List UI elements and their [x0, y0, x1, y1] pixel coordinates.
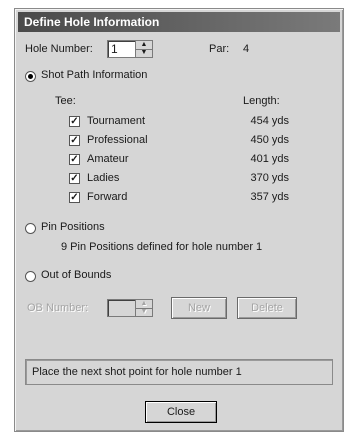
status-panel: Place the next shot point for hole numbe… — [25, 359, 333, 385]
tee-length-tournament: 454 yds — [250, 115, 289, 127]
ob-number-label: OB Number: — [27, 302, 89, 314]
define-hole-dialog: Define Hole Information Hole Number: 1 ▲… — [14, 8, 344, 432]
par-label: Par: — [209, 43, 230, 55]
pin-positions-info: 9 Pin Positions defined for hole number … — [61, 241, 263, 253]
tee-length-professional: 450 yds — [250, 134, 289, 146]
tee-header: Tee: — [55, 95, 76, 107]
tee-length-forward: 357 yds — [250, 191, 289, 203]
par-value: 4 — [243, 43, 250, 55]
out-of-bounds-label: Out of Bounds — [41, 269, 112, 281]
spin-down-icon[interactable]: ▼ — [136, 308, 152, 316]
hole-number-spin-buttons[interactable]: ▲ ▼ — [135, 41, 152, 57]
tee-checkbox-tournament[interactable]: ✓ — [69, 116, 80, 127]
tee-checkbox-amateur[interactable]: ✓ — [69, 154, 80, 165]
tee-name-amateur: Amateur — [87, 153, 129, 165]
length-header: Length: — [243, 95, 280, 107]
new-ob-button[interactable]: New — [171, 297, 227, 319]
ob-number-spinner[interactable]: ▲ ▼ — [107, 299, 153, 317]
hole-number-spinner[interactable]: 1 ▲ ▼ — [107, 40, 153, 58]
ob-number-spin-buttons[interactable]: ▲ ▼ — [135, 300, 152, 316]
tee-checkbox-forward[interactable]: ✓ — [69, 192, 80, 203]
tee-length-ladies: 370 yds — [250, 172, 289, 184]
hole-number-value: 1 — [111, 42, 118, 56]
delete-ob-button[interactable]: Delete — [237, 297, 297, 319]
pin-positions-radio[interactable] — [25, 223, 36, 234]
tee-name-ladies: Ladies — [87, 172, 120, 184]
out-of-bounds-radio[interactable] — [25, 271, 36, 282]
tee-name-forward: Forward — [87, 191, 128, 203]
shot-path-radio[interactable] — [25, 71, 36, 82]
tee-checkbox-ladies[interactable]: ✓ — [69, 173, 80, 184]
close-button[interactable]: Close — [145, 401, 217, 423]
tee-checkbox-professional[interactable]: ✓ — [69, 135, 80, 146]
tee-name-tournament: Tournament — [87, 115, 146, 127]
shot-path-label: Shot Path Information — [41, 69, 148, 81]
tee-name-professional: Professional — [87, 134, 148, 146]
dialog-title: Define Hole Information — [18, 12, 340, 32]
pin-positions-label: Pin Positions — [41, 221, 105, 233]
tee-length-amateur: 401 yds — [250, 153, 289, 165]
hole-number-label: Hole Number: — [25, 43, 93, 55]
spin-down-icon[interactable]: ▼ — [136, 49, 152, 57]
status-text: Place the next shot point for hole numbe… — [32, 366, 242, 378]
